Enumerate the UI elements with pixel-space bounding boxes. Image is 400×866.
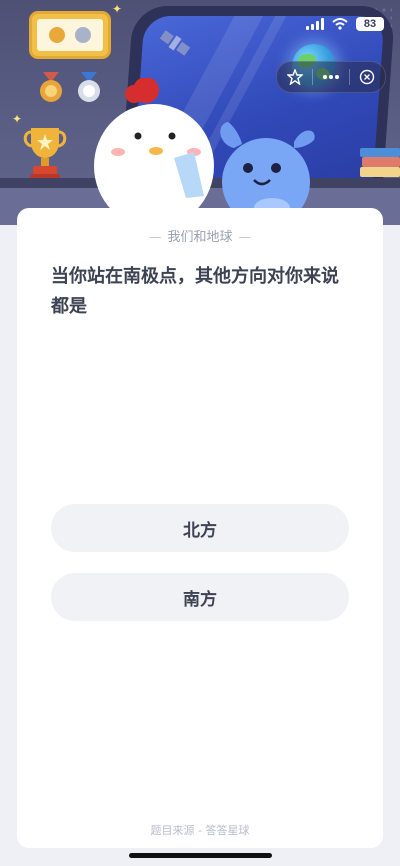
close-button[interactable] [350,62,385,92]
medal-frame-icon [49,27,91,43]
home-indicator[interactable] [129,853,272,858]
question-source: 题目来源 - 答答星球 [150,824,250,837]
battery-icon: 83 [356,17,384,31]
trophy-icon [23,128,67,180]
signal-icon [306,18,324,30]
sparkle-icon: ✦ [112,2,123,16]
satellite-icon [159,30,191,56]
answer-option-south[interactable]: 南方 [51,573,349,621]
favorite-button[interactable] [277,62,312,92]
category-header: — 我们和地球 — [148,230,252,245]
question-card: — 我们和地球 — 当你站在南极点，其他方向对你来说都是 北方 南方 题目来源 - … [17,208,383,848]
wifi-icon [332,18,348,30]
books-icon [360,148,400,177]
chicken-mascot [94,78,214,213]
answer-option-north[interactable]: 北方 [51,504,349,552]
answer-option-label: 北方 [183,520,217,541]
more-button[interactable] [313,62,348,92]
award-frame [32,14,108,56]
star-icon [286,69,303,85]
status-bar: 83 [306,14,384,34]
gold-medal-icon [40,72,62,102]
answer-option-label: 南方 [183,589,217,610]
mini-program-capsule [276,61,386,93]
category-label: 我们和地球 [167,230,233,245]
hero-banner: ✦ ✦ 83 [0,0,400,225]
question-text: 当你站在南极点，其他方向对你来说都是 [51,266,339,317]
sparkle-icon: ✦ [12,112,23,126]
close-icon [360,69,375,85]
more-icon [323,75,339,79]
